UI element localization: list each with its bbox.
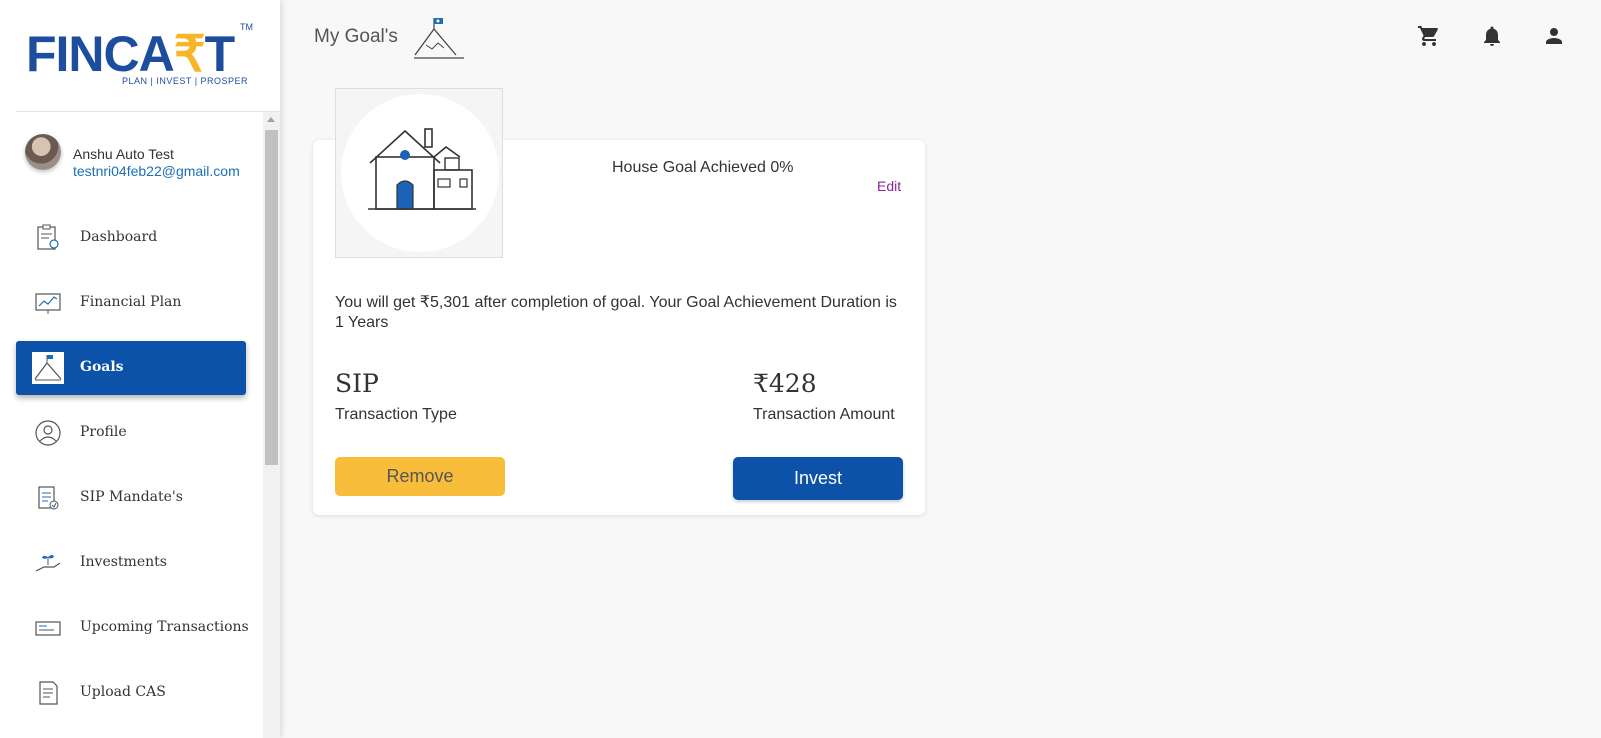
goal-description: You will get ₹5,301 after completion of … bbox=[335, 294, 897, 331]
user-email: testnri04feb22@gmail.com bbox=[73, 163, 240, 179]
transaction-amount-value: ₹428 bbox=[753, 369, 817, 398]
sidebar-item-label: Investments bbox=[80, 554, 167, 570]
cart-icon[interactable] bbox=[1417, 24, 1441, 48]
goal-title: House Goal Achieved 0% bbox=[612, 159, 794, 176]
sidebar-item-label: Dashboard bbox=[80, 229, 158, 245]
sidebar-nav: Dashboard Financial Plan Goals Profile S… bbox=[16, 211, 249, 731]
scroll-up-arrow[interactable] bbox=[267, 117, 275, 122]
remove-button[interactable]: Remove bbox=[335, 457, 505, 496]
sidebar-item-label: Financial Plan bbox=[80, 294, 182, 310]
page-title: My Goal's bbox=[314, 26, 398, 47]
sidebar-item-label: Goals bbox=[80, 359, 124, 375]
sidebar-item-dashboard[interactable]: Dashboard bbox=[16, 211, 246, 265]
sidebar-item-label: Profile bbox=[80, 424, 127, 440]
transaction-type-label: Transaction Type bbox=[335, 406, 457, 423]
mountain-flag-icon bbox=[32, 352, 64, 384]
sidebar-divider bbox=[16, 111, 280, 112]
user-name: Anshu Auto Test bbox=[73, 146, 174, 162]
sidebar-scrollbar-thumb[interactable] bbox=[265, 130, 278, 465]
transaction-type-value: SIP bbox=[335, 369, 379, 398]
account-icon[interactable] bbox=[1542, 24, 1566, 48]
fincart-logo[interactable]: FINCA₹T TM PLAN | INVEST | PROSPER bbox=[26, 22, 258, 92]
sidebar: FINCA₹T TM PLAN | INVEST | PROSPER Anshu… bbox=[0, 0, 280, 738]
sidebar-item-label: Upload CAS bbox=[80, 684, 166, 700]
sidebar-item-investments[interactable]: Investments bbox=[16, 536, 246, 590]
logo-tagline: PLAN | INVEST | PROSPER bbox=[122, 76, 249, 86]
sidebar-item-label: Upcoming Transactions bbox=[80, 619, 249, 635]
document-icon bbox=[39, 681, 58, 705]
transaction-amount-label: Transaction Amount bbox=[753, 406, 895, 423]
cheque-icon bbox=[35, 621, 61, 636]
avatar[interactable] bbox=[25, 134, 61, 170]
user-info: Anshu Auto Test testnri04feb22@gmail.com bbox=[25, 134, 261, 179]
chart-icon bbox=[35, 293, 61, 314]
sidebar-item-sip-mandates[interactable]: SIP Mandate's bbox=[16, 471, 246, 525]
sidebar-item-profile[interactable]: Profile bbox=[16, 406, 246, 460]
sidebar-item-upcoming-transactions[interactable]: Upcoming Transactions bbox=[16, 601, 249, 655]
bell-icon[interactable] bbox=[1480, 24, 1504, 48]
edit-link[interactable]: Edit bbox=[877, 178, 901, 194]
invest-button[interactable]: Invest bbox=[733, 457, 903, 500]
mountain-flag-icon bbox=[414, 18, 464, 59]
sidebar-item-financial-plan[interactable]: Financial Plan bbox=[16, 276, 246, 330]
dashboard-icon bbox=[37, 224, 59, 250]
logo-wordmark: FINCA₹T bbox=[26, 26, 235, 82]
goal-image bbox=[335, 88, 503, 258]
logo-trademark: TM bbox=[240, 22, 253, 32]
sidebar-item-label: SIP Mandate's bbox=[80, 489, 183, 505]
hand-plant-icon bbox=[35, 555, 61, 572]
sidebar-item-upload-cas[interactable]: Upload CAS bbox=[16, 666, 246, 720]
house-icon bbox=[368, 128, 476, 210]
sidebar-item-goals[interactable]: Goals bbox=[16, 341, 246, 395]
user-icon bbox=[35, 420, 61, 446]
clipboard-check-icon bbox=[38, 486, 59, 510]
